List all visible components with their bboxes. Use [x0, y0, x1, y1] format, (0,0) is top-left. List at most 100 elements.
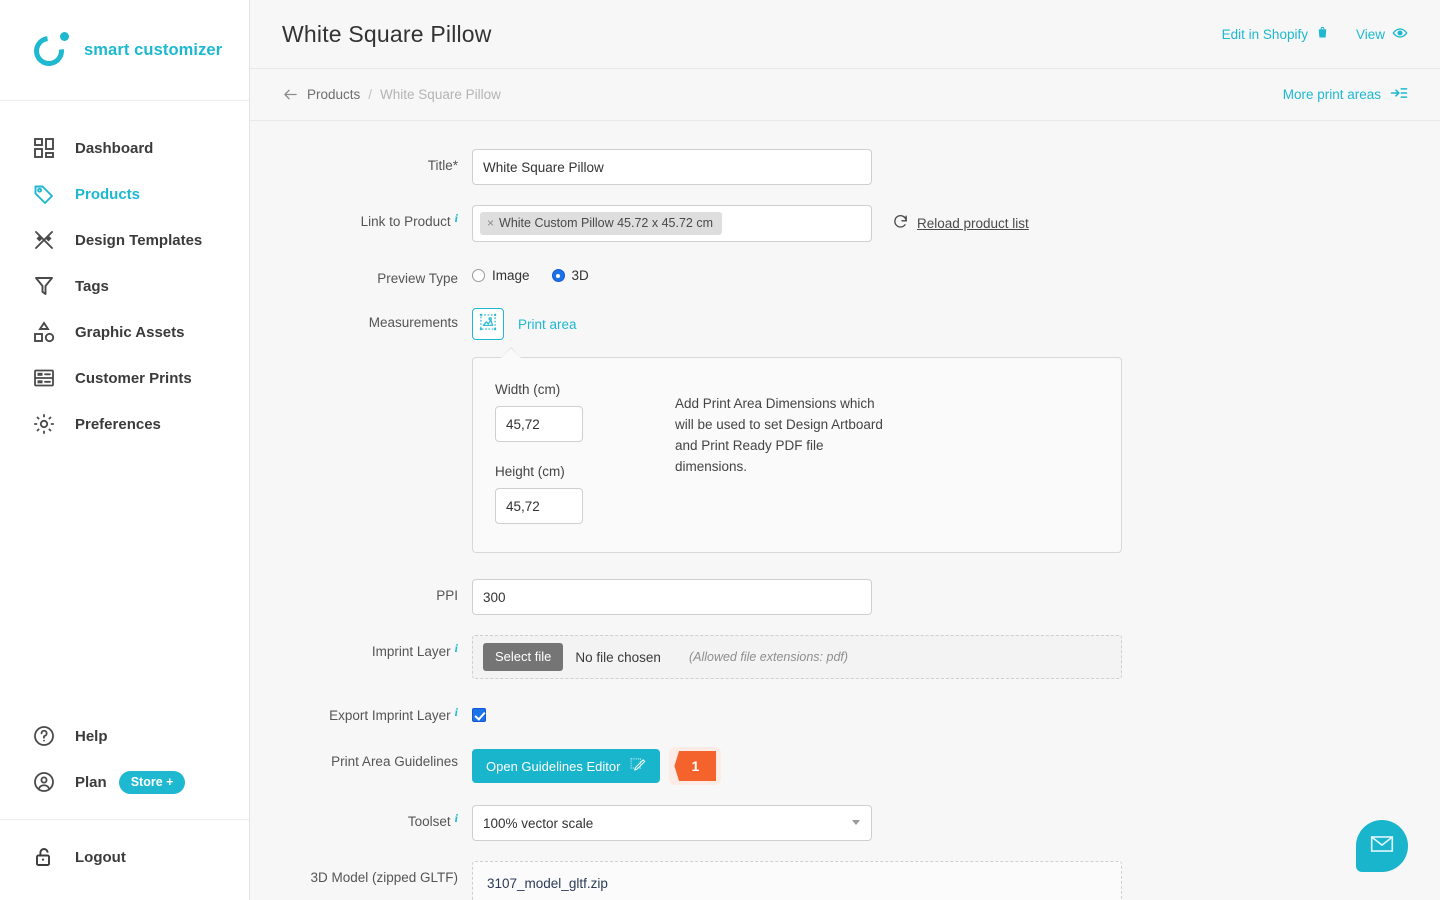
view-label: View [1355, 26, 1385, 42]
print-area-icon [478, 312, 498, 337]
edit-in-shopify-link[interactable]: Edit in Shopify [1222, 25, 1330, 43]
chip-remove-icon[interactable]: × [487, 216, 494, 230]
export-imprint-layer-label-text: Export Imprint Layer [329, 708, 451, 723]
chevron-down-icon[interactable] [852, 820, 860, 825]
refresh-icon [892, 213, 909, 233]
imprint-layer-file-zone[interactable]: Select file No file chosen (Allowed file… [472, 635, 1122, 679]
sidebar-item-preferences[interactable]: Preferences [0, 401, 249, 447]
print-area-link[interactable]: Print area [518, 317, 577, 332]
funnel-icon [32, 274, 56, 298]
sidebar-item-graphic-assets[interactable]: Graphic Assets [0, 309, 249, 355]
brand-name: smart customizer [84, 40, 223, 59]
preview-type-label-text: Preview Type [377, 271, 458, 286]
sidebar-item-label: Tags [75, 277, 109, 295]
gear-icon [32, 412, 56, 436]
sidebar-item-label: Help [75, 727, 108, 745]
radio-preview-3d[interactable]: 3D [551, 268, 589, 283]
breadcrumb-current: White Square Pillow [380, 87, 501, 102]
preview-type-radio-group: Image 3D [472, 262, 589, 283]
more-print-areas-label: More print areas [1282, 87, 1381, 102]
link-to-product-field[interactable]: × White Custom Pillow 45.72 x 45.72 cm [472, 205, 872, 242]
sidebar-item-label: Preferences [75, 415, 161, 433]
toolset-select-wrap[interactable]: 100% vector scale [472, 805, 872, 841]
sidebar-item-tags[interactable]: Tags [0, 263, 249, 309]
form-row-preview-type: Preview Type Image 3D [282, 262, 1408, 286]
sidebar-item-customer-prints[interactable]: Customer Prints [0, 355, 249, 401]
breadcrumb-parent[interactable]: Products [307, 87, 360, 102]
imprint-no-file-text: No file chosen [575, 649, 661, 665]
info-icon[interactable]: i [455, 706, 458, 718]
breadcrumb: Products / White Square Pillow [282, 86, 501, 103]
sidebar-item-products[interactable]: Products [0, 171, 249, 217]
imprint-file-hint: (Allowed file extensions: pdf) [688, 650, 849, 664]
ppi-input[interactable] [472, 579, 872, 615]
title-input[interactable] [472, 149, 872, 185]
ppi-label: PPI [282, 579, 472, 603]
form-row-export-imprint-layer: Export Imprint Layer i [282, 699, 1408, 723]
sidebar-item-design-templates[interactable]: Design Templates [0, 217, 249, 263]
chip-label: White Custom Pillow 45.72 x 45.72 cm [499, 216, 713, 230]
sidebar-item-dashboard[interactable]: Dashboard [0, 125, 249, 171]
edit-in-shopify-label: Edit in Shopify [1221, 26, 1308, 42]
sidebar-bottom-nav: Help Plan Store + Logout [0, 713, 249, 900]
open-guidelines-editor-label: Open Guidelines Editor [486, 758, 621, 774]
reload-product-list-link[interactable]: Reload product list [892, 213, 1029, 233]
toolset-label: Toolset i [282, 805, 472, 829]
print-area-dimensions-panel: Width (cm) Height (cm) Add Print Area Di… [472, 347, 1122, 553]
question-circle-icon [32, 724, 56, 748]
breadcrumb-bar: Products / White Square Pillow More prin… [250, 69, 1440, 121]
sidebar-item-label: Products [75, 185, 141, 203]
dimension-inputs: Width (cm) Height (cm) [495, 382, 675, 524]
measurements-header: Print area [472, 308, 1122, 340]
form-row-imprint-layer: Imprint Layer i Select file No file chos… [282, 635, 1408, 679]
measurements-label-text: Measurements [368, 315, 458, 330]
sidebar-item-help[interactable]: Help [0, 713, 249, 759]
unlock-icon [32, 845, 56, 869]
reload-product-list-label: Reload product list [917, 215, 1029, 231]
view-link[interactable]: View [1356, 25, 1408, 44]
model-3d-label-text: 3D Model (zipped GLTF) [310, 870, 458, 885]
export-imprint-layer-checkbox[interactable] [472, 708, 486, 722]
model-3d-file-name: 3107_model_gltf.zip [487, 876, 608, 891]
dashboard-grid-icon [32, 136, 56, 160]
radio-dot-3d[interactable] [551, 269, 565, 282]
toolset-select[interactable]: 100% vector scale [472, 805, 872, 841]
brand-logo[interactable]: smart customizer [0, 0, 249, 101]
plan-badge[interactable]: Store + [118, 770, 186, 794]
form-row-measurements: Measurements Print area Width (cm) 45,72… [282, 306, 1408, 553]
open-guidelines-editor-button[interactable]: Open Guidelines Editor [472, 749, 661, 783]
toolset-label-text: Toolset [407, 814, 451, 829]
width-label: Width (cm) [495, 382, 561, 397]
chat-support-button[interactable] [1356, 820, 1408, 872]
sidebar-item-label: Logout [75, 848, 126, 866]
main-content: White Square Pillow Edit in Shopify View [250, 0, 1440, 900]
height-label: Height (cm) [495, 464, 565, 479]
sidebar-item-label: Design Templates [75, 231, 203, 249]
sidebar-item-plan[interactable]: Plan Store + [0, 759, 249, 805]
toolset-selected-value: 100% vector scale [483, 815, 594, 831]
info-icon[interactable]: i [455, 212, 458, 224]
more-print-areas-link[interactable]: More print areas [1283, 84, 1408, 105]
sidebar-item-logout[interactable]: Logout [0, 834, 249, 880]
radio-dot-image[interactable] [472, 269, 485, 282]
product-chip[interactable]: × White Custom Pillow 45.72 x 45.72 cm [480, 212, 722, 235]
form-row-3d-model: 3D Model (zipped GLTF) 3107_model_gltf.z… [282, 861, 1408, 900]
width-input[interactable] [495, 406, 583, 442]
envelope-icon [1369, 831, 1395, 862]
dimensions-description: Add Print Area Dimensions which will be … [675, 396, 883, 474]
link-to-product-label: Link to Product i [282, 205, 472, 229]
imprint-select-file-button[interactable]: Select file [483, 643, 564, 671]
form-row-link-to-product: Link to Product i × White Custom Pillow … [282, 205, 1408, 242]
shapes-icon [32, 320, 56, 344]
info-icon[interactable]: i [455, 812, 458, 824]
info-icon[interactable]: i [455, 642, 458, 654]
shopping-bag-icon [1315, 25, 1330, 43]
top-bar: White Square Pillow Edit in Shopify View [250, 0, 1440, 69]
prints-icon [32, 366, 56, 390]
radio-preview-image[interactable]: Image [472, 268, 530, 283]
guidelines-step-badge: 1 [674, 751, 717, 781]
top-bar-actions: Edit in Shopify View [1222, 25, 1408, 44]
print-area-icon-button[interactable] [472, 308, 504, 340]
height-input[interactable] [495, 488, 583, 524]
arrow-left-icon[interactable] [282, 86, 299, 103]
